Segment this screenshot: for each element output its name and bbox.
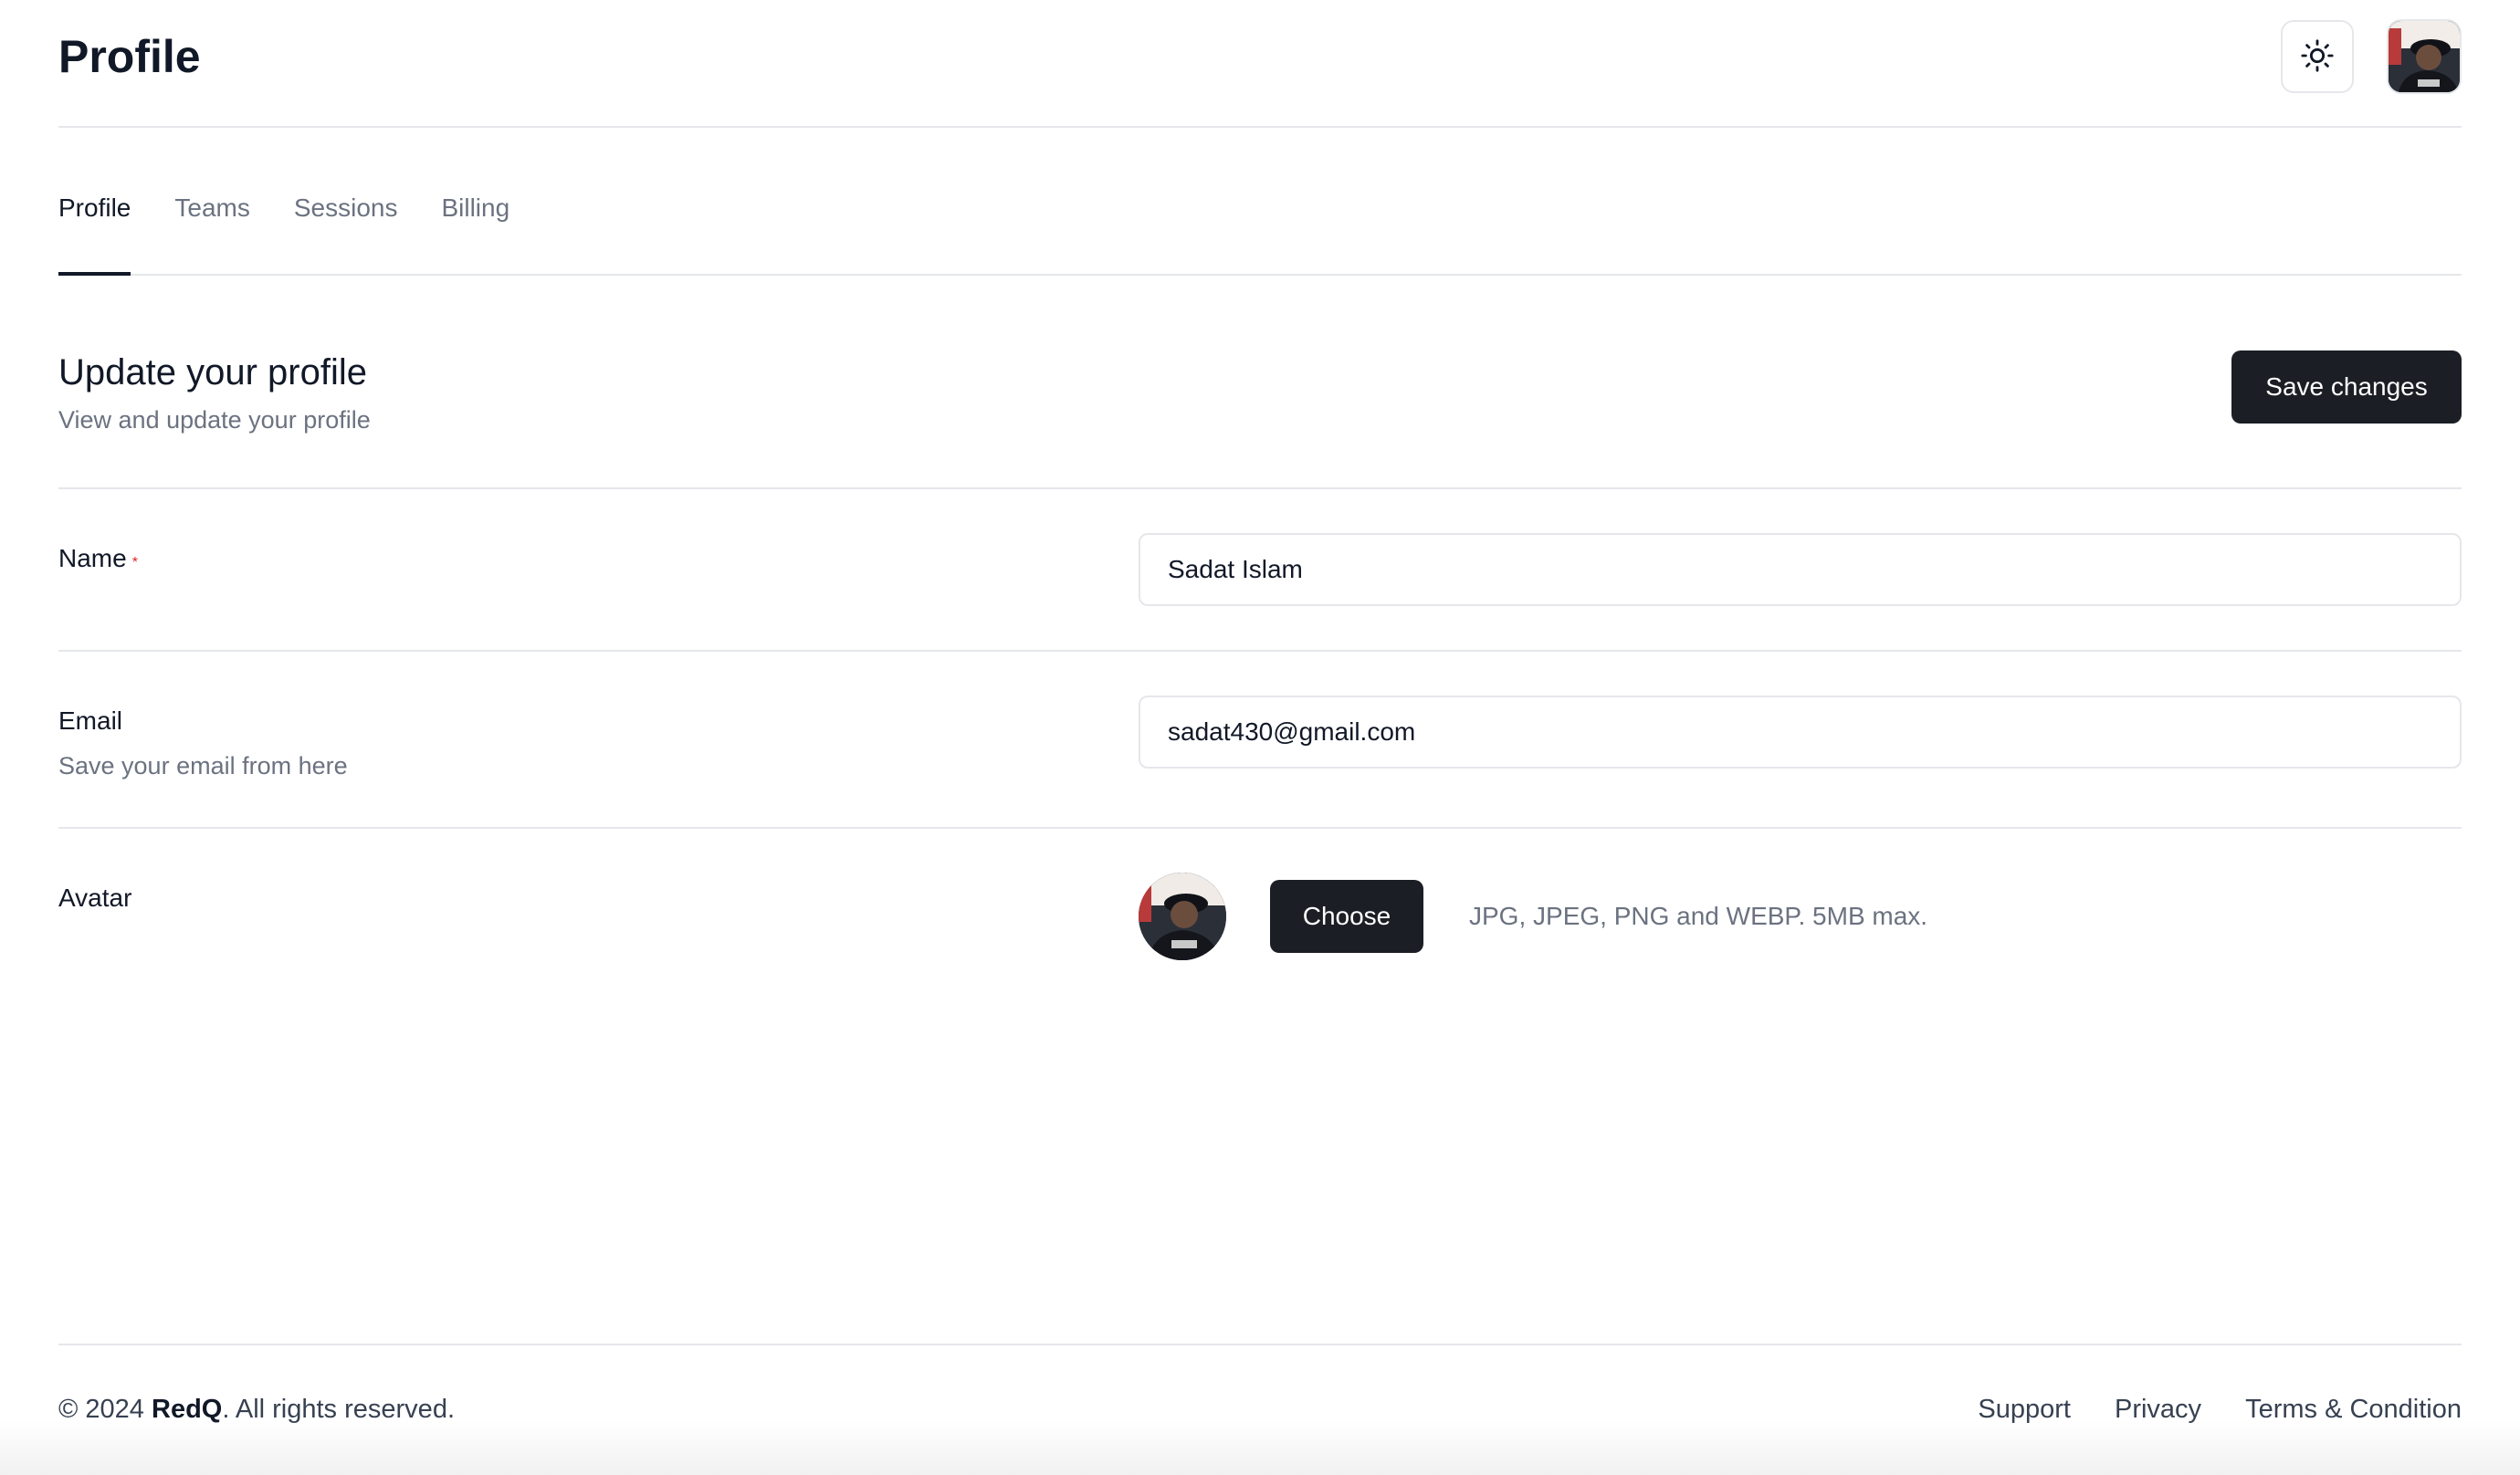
email-row: Email Save your email from here [58,652,2462,829]
section-title: Update your profile [58,352,367,392]
name-row: Name * [58,489,2462,652]
copyright: © 2024 RedQ. All rights reserved. [58,1395,455,1425]
avatar-preview [1139,873,1226,960]
sun-icon [2300,38,2335,76]
section-subtitle: View and update your profile [58,406,371,434]
terms-link[interactable]: Terms & Condition [2245,1395,2462,1425]
support-link[interactable]: Support [1978,1395,2071,1425]
avatar-field-group: Choose JPG, JPEG, PNG and WEBP. 5MB max. [1139,829,2462,1084]
tab-profile[interactable]: Profile [58,194,131,276]
section-heading: Update your profile View and update your… [58,352,371,434]
header: Profile [58,0,2462,128]
theme-toggle-button[interactable] [2281,20,2354,93]
name-label-group: Name * [58,489,1139,650]
email-label-group: Email Save your email from here [58,652,1139,827]
name-input[interactable] [1139,533,2462,606]
section-header: Update your profile View and update your… [58,276,2462,489]
page: Profile Profile Teams Sessions Billing U… [0,0,2520,1475]
copyright-prefix: © 2024 [58,1395,152,1424]
email-input[interactable] [1139,696,2462,769]
avatar-photo-icon [2389,21,2460,92]
avatar-label: Avatar [58,884,132,912]
email-help-text: Save your email from here [58,752,348,779]
avatar-format-hint: JPG, JPEG, PNG and WEBP. 5MB max. [1469,902,1928,930]
copyright-suffix: . All rights reserved. [222,1395,455,1424]
privacy-link[interactable]: Privacy [2115,1395,2201,1425]
avatar-photo-icon [1139,873,1226,960]
name-label: Name [58,544,127,572]
name-field-group [1139,489,2462,650]
brand-name: RedQ [152,1395,223,1424]
user-avatar[interactable] [2387,19,2462,94]
save-changes-button[interactable]: Save changes [2231,350,2462,424]
footer: © 2024 RedQ. All rights reserved. Suppor… [58,1344,2462,1475]
required-mark: * [131,555,138,570]
header-actions [2281,19,2462,94]
footer-links: Support Privacy Terms & Condition [1978,1395,2462,1425]
avatar-label-group: Avatar [58,829,1139,1084]
tab-billing[interactable]: Billing [441,194,509,276]
avatar-row: Avatar Choose JPG, JPEG, PNG and WEBP. 5… [58,829,2462,1084]
tab-teams[interactable]: Teams [174,194,249,276]
choose-avatar-button[interactable]: Choose [1270,880,1423,953]
tab-sessions[interactable]: Sessions [294,194,398,276]
tab-bar: Profile Teams Sessions Billing [58,128,2462,276]
page-title: Profile [58,31,201,82]
email-label: Email [58,706,123,735]
email-field-group [1139,652,2462,827]
